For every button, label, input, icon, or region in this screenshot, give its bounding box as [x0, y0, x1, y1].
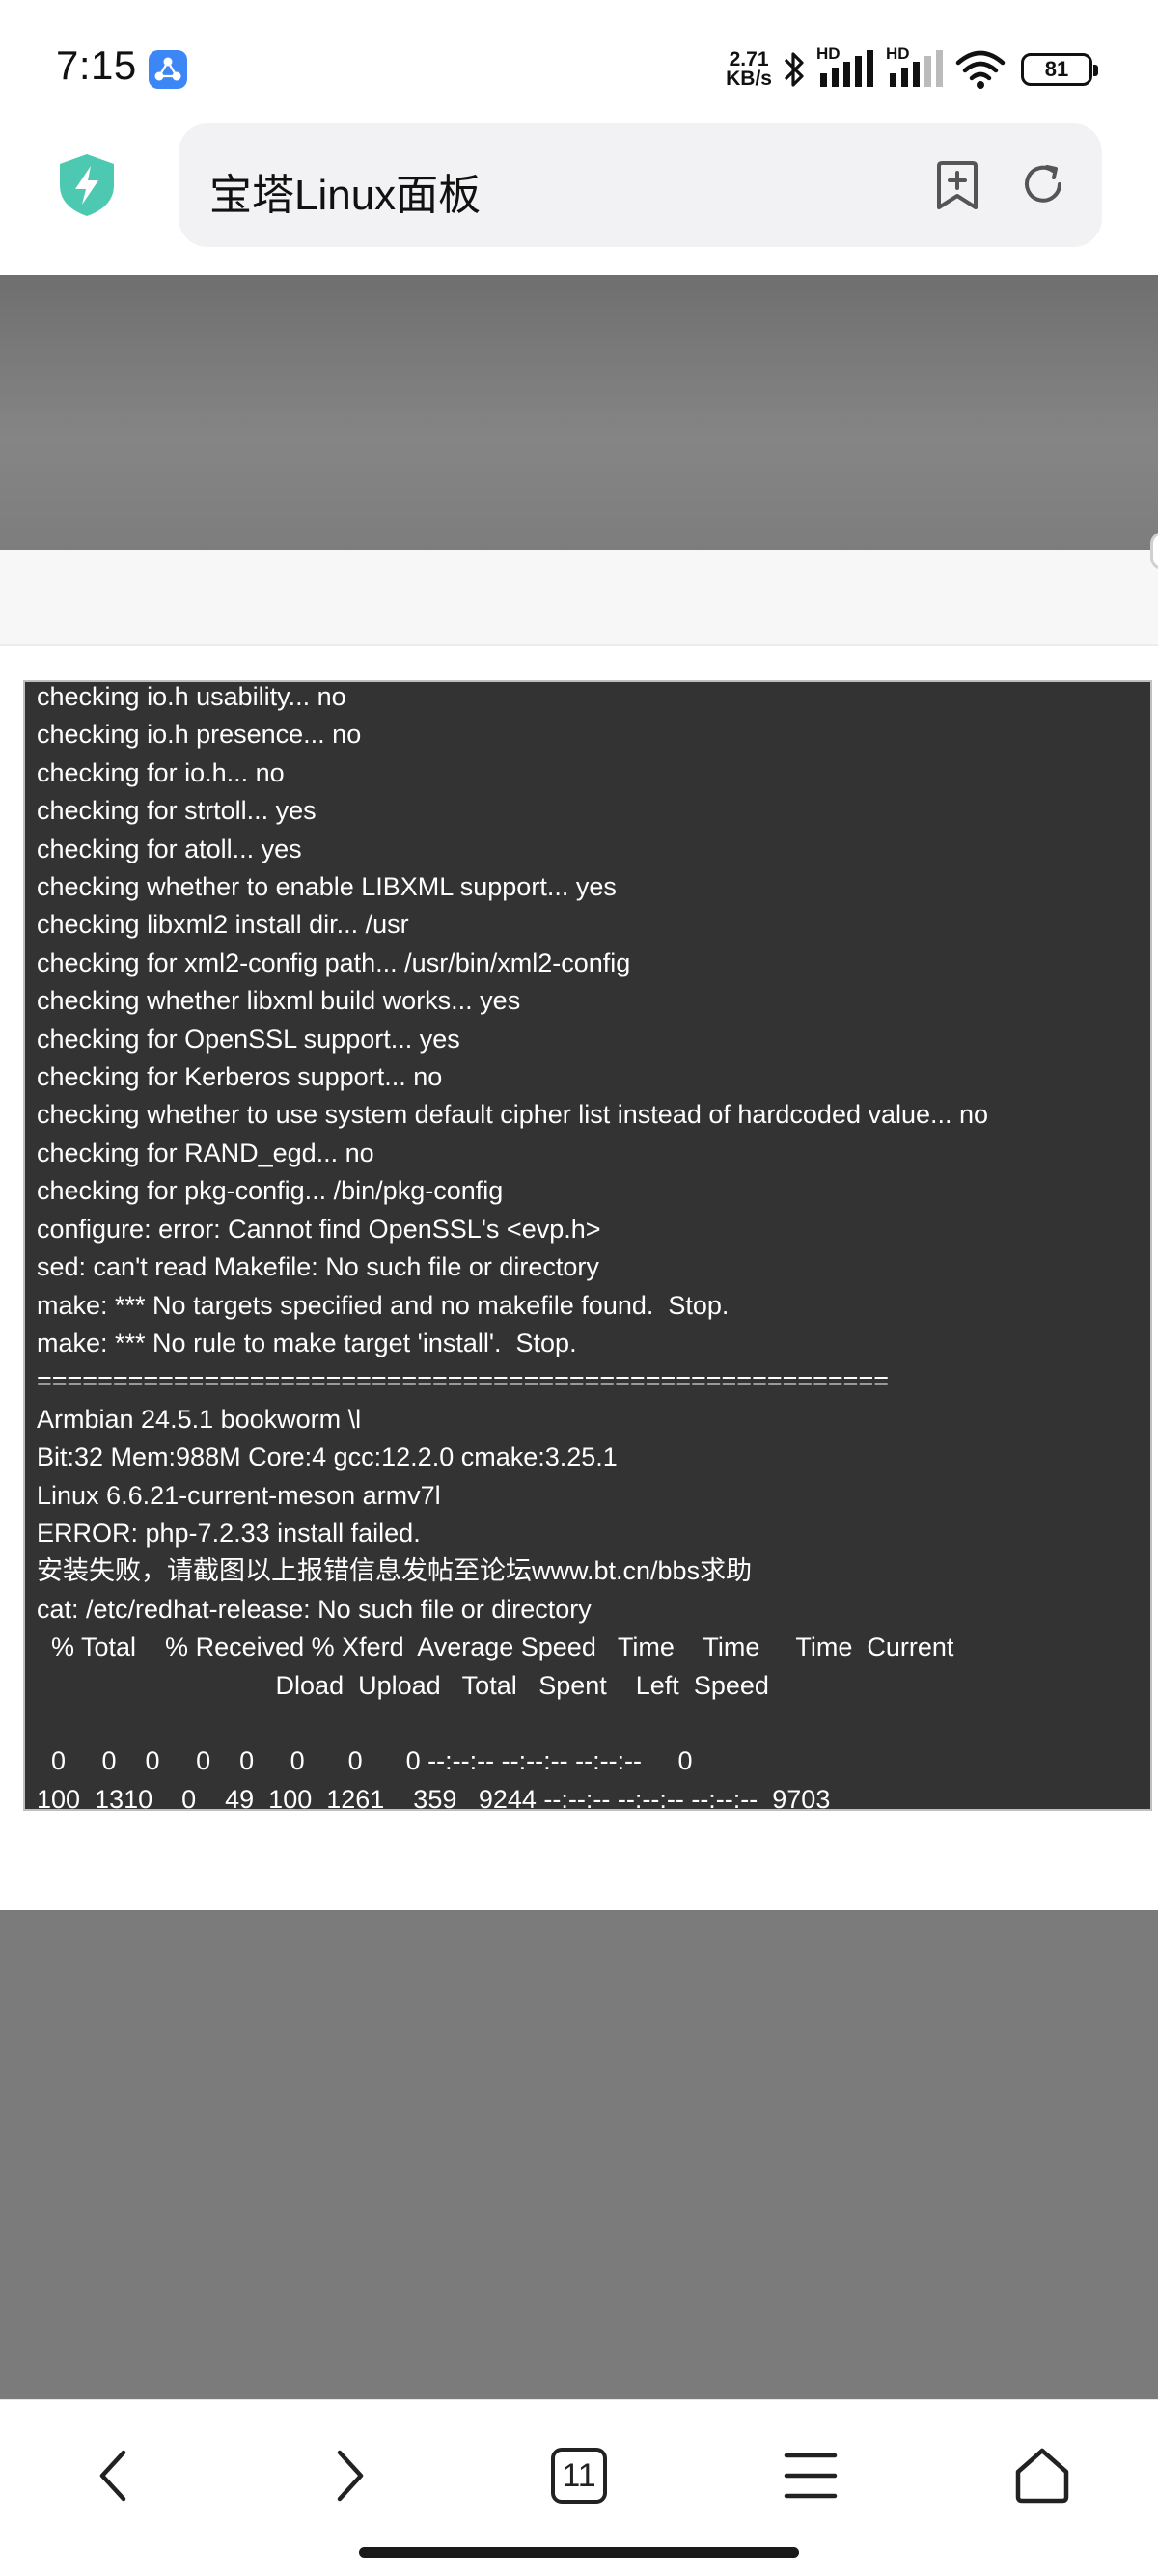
terminal-line: cat: /etc/redhat-release: No such file o… [37, 1594, 592, 1624]
modal-overlay-top[interactable] [0, 275, 1158, 550]
web-content: checking io.h usability... no checking io… [0, 275, 1158, 2399]
back-icon [99, 2450, 126, 2502]
battery-icon: 81 [1021, 53, 1098, 86]
terminal-line: checking for pkg-config... /bin/pkg-conf… [37, 1176, 504, 1206]
menu-button[interactable] [772, 2437, 849, 2514]
net-speed-value: 2.71 [729, 48, 769, 70]
address-bar: 宝塔Linux面板 [0, 123, 1158, 275]
network-speed: 2.71 KB/s [726, 48, 772, 90]
home-icon [1015, 2448, 1069, 2504]
page-title: 宝塔Linux面板 [209, 172, 482, 219]
home-indicator[interactable] [359, 2547, 799, 2558]
terminal-line: checking whether to enable LIBXML suppor… [37, 872, 617, 902]
menu-icon [784, 2453, 838, 2499]
refresh-icon[interactable] [1019, 160, 1067, 208]
terminal-line: % Total % Received % Xferd Average Speed… [37, 1632, 954, 1662]
status-time: 7:15 [56, 42, 137, 88]
terminal-line: checking whether to use system default c… [37, 1100, 989, 1130]
terminal-line: ERROR: php-7.2.33 install failed. [37, 1518, 421, 1548]
modal-overlay-bottom[interactable] [0, 1910, 1158, 2399]
battery-level: 81 [1044, 57, 1069, 81]
terminal-line: Bit:32 Mem:988M Core:4 gcc:12.2.0 cmake:… [37, 1442, 618, 1472]
terminal-line: checking io.h presence... no [37, 720, 362, 750]
back-button[interactable] [75, 2437, 152, 2514]
install-log-terminal[interactable]: checking io.h usability... no checking io… [23, 680, 1152, 1811]
terminal-line: Linux 6.6.21-current-meson armv7l [37, 1480, 441, 1510]
scroll-handle[interactable] [1150, 532, 1158, 570]
bluetooth-icon [784, 52, 804, 87]
terminal-line: checking libxml2 install dir... /usr [37, 910, 409, 940]
url-actions [934, 160, 1067, 210]
terminal-line: 0 0 0 0 0 0 0 0 --:--:-- --:--:-- --:--:… [37, 1746, 693, 1776]
app-notification-icon [149, 50, 187, 89]
status-bar: 7:15 2.71 KB/s HD HD 81 [0, 0, 1158, 123]
browser-screen: 7:15 2.71 KB/s HD HD 81 宝塔Linux面板 checki… [0, 0, 1158, 2576]
terminal-line: configure: error: Cannot find OpenSSL's … [37, 1214, 601, 1244]
terminal-line: Armbian 24.5.1 bookworm \l [37, 1404, 362, 1434]
terminal-line: Dload Upload Total Spent Left Speed [37, 1670, 769, 1700]
add-bookmark-icon[interactable] [934, 160, 980, 210]
signal-icon: HD [886, 44, 946, 91]
terminal-line: make: *** No rule to make target 'instal… [37, 1328, 577, 1357]
tabs-count: 11 [562, 2456, 596, 2494]
terminal-line: checking whether libxml build works... y… [37, 986, 521, 1016]
status-indicators: 2.71 KB/s HD HD 81 [726, 44, 1098, 95]
terminal-line: checking for strtoll... yes [37, 796, 317, 826]
terminal-line: checking for xml2-config path... /usr/bi… [37, 947, 631, 977]
terminal-line: ========================================… [37, 1366, 889, 1396]
url-field[interactable]: 宝塔Linux面板 [179, 123, 1102, 247]
terminal-line: checking for OpenSSL support... yes [37, 1024, 460, 1054]
terminal-line: make: *** No targets specified and no ma… [37, 1290, 730, 1320]
shield-bolt-icon[interactable] [56, 152, 118, 218]
panel-header-band [0, 550, 1158, 646]
tabs-button[interactable]: 11 [540, 2437, 618, 2514]
signal-icon: HD [816, 44, 876, 91]
forward-button[interactable] [311, 2437, 388, 2514]
wifi-icon [955, 50, 1006, 89]
forward-icon [337, 2450, 364, 2502]
terminal-line: 安装失败，请截图以上报错信息发帖至论坛www.bt.cn/bbs求助 [37, 1556, 753, 1586]
net-speed-unit: KB/s [726, 68, 772, 90]
terminal-line: checking for Kerberos support... no [37, 1062, 443, 1092]
terminal-lines: checking io.h usability... no checking io… [37, 682, 1144, 1811]
terminal-line: 100 1310 0 49 100 1261 359 9244 --:--:--… [37, 1784, 831, 1811]
terminal-line: sed: can't read Makefile: No such file o… [37, 1252, 599, 1282]
terminal-line: checking io.h usability... no [37, 682, 346, 711]
terminal-line: checking for io.h... no [37, 757, 285, 787]
terminal-line: checking for RAND_egd... no [37, 1137, 374, 1167]
terminal-line: checking for atoll... yes [37, 834, 302, 863]
home-button[interactable] [1004, 2437, 1081, 2514]
